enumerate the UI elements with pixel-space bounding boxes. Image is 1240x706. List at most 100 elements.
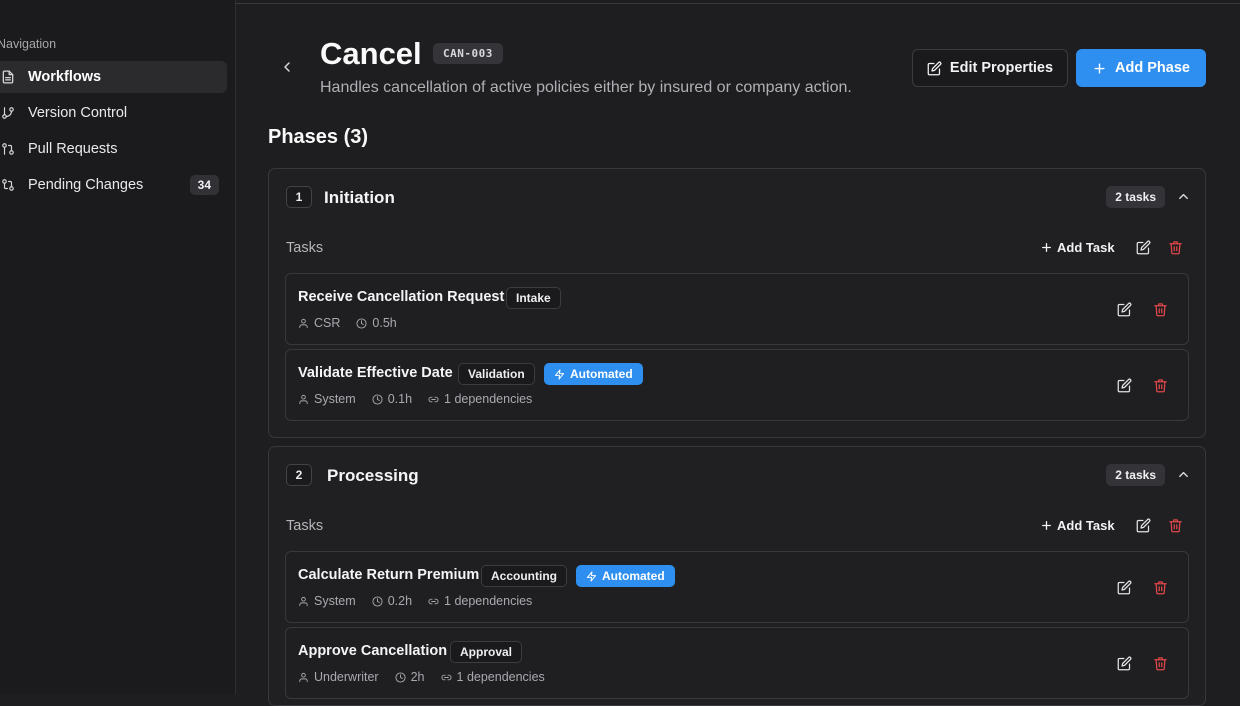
git-compare-icon: [0, 177, 16, 193]
task-category-tag: Approval: [450, 641, 523, 663]
task-duration: 0.1h: [387, 392, 413, 406]
link-icon: [428, 394, 439, 405]
delete-task-icon[interactable]: [1151, 654, 1169, 672]
edit-phase-icon[interactable]: [1134, 238, 1152, 256]
user-icon: [298, 394, 309, 405]
clock-icon: [356, 317, 367, 329]
task-category-tag: Validation: [458, 363, 535, 385]
top-divider: [236, 0, 1240, 4]
task-meta: System 0.1h 1 dependencies: [298, 392, 532, 406]
automated-label: Automated: [602, 569, 665, 583]
task-count-badge: 2 tasks: [1106, 464, 1165, 486]
sidebar-item-workflows[interactable]: Workflows: [0, 61, 227, 93]
chevron-left-icon: [284, 62, 290, 72]
plus-icon: [1092, 61, 1107, 76]
page-title: Cancel: [320, 36, 422, 71]
tasks-label: Tasks: [286, 518, 324, 534]
task-dependencies: 1 dependencies: [456, 670, 545, 684]
task-category-tag: Accounting: [481, 565, 567, 587]
task-duration: 0.5h: [372, 316, 397, 330]
task-dependencies: 1 dependencies: [444, 392, 533, 406]
nav-heading: Navigation: [0, 37, 57, 51]
sidebar: Navigation Workflows Version Control Pul…: [0, 0, 236, 694]
edit-properties-button[interactable]: Edit Properties: [912, 49, 1068, 87]
task-name: Validate Effective Date: [298, 365, 453, 381]
sidebar-item-pending-changes[interactable]: Pending Changes 34: [0, 169, 227, 201]
edit-phase-icon[interactable]: [1134, 516, 1152, 534]
phases-title: Phases (3): [268, 126, 369, 148]
task-role: CSR: [314, 316, 341, 330]
task-name: Calculate Return Premium: [298, 567, 480, 583]
page-description: Handles cancellation of active policies …: [320, 79, 852, 96]
automated-badge: Automated: [576, 565, 675, 587]
automated-label: Automated: [570, 367, 633, 381]
plus-icon: [1040, 241, 1053, 254]
phase-name: Processing: [327, 466, 419, 485]
clock-icon: [372, 595, 383, 607]
document-icon: [0, 69, 16, 85]
tasks-label: Tasks: [286, 240, 324, 256]
git-branch-icon: [0, 105, 16, 121]
sidebar-item-version-control[interactable]: Version Control: [0, 97, 227, 129]
add-task-button[interactable]: Add Task: [1040, 518, 1115, 533]
task-count-badge: 2 tasks: [1106, 186, 1165, 208]
delete-phase-icon[interactable]: [1166, 238, 1184, 256]
user-icon: [298, 318, 309, 329]
lightning-icon: [586, 570, 597, 582]
edit-task-icon[interactable]: [1115, 654, 1133, 672]
sidebar-item-pull-requests[interactable]: Pull Requests: [0, 133, 227, 165]
chevron-up-icon[interactable]: [1175, 466, 1191, 482]
phase-card: 1 Initiation 2 tasks Tasks Add Task Rece…: [268, 168, 1206, 438]
phase-number: 1: [286, 186, 312, 208]
task-duration: 0.2h: [387, 594, 413, 608]
sidebar-item-label: Pending Changes: [28, 177, 144, 193]
task-row[interactable]: Receive Cancellation Request Intake CSR …: [285, 273, 1189, 345]
pending-count-badge: 34: [189, 175, 219, 195]
edit-task-icon[interactable]: [1115, 376, 1133, 394]
task-row[interactable]: Approve Cancellation Approval Underwrite…: [285, 627, 1189, 699]
back-button[interactable]: [276, 56, 298, 78]
delete-task-icon[interactable]: [1151, 376, 1169, 394]
clock-icon: [372, 393, 383, 405]
task-duration: 2h: [410, 670, 425, 684]
automated-badge: Automated: [544, 363, 643, 385]
add-phase-button[interactable]: Add Phase: [1076, 49, 1206, 87]
user-icon: [298, 596, 309, 607]
sidebar-item-label: Pull Requests: [28, 141, 118, 157]
add-task-label: Add Task: [1057, 240, 1115, 255]
add-task-button[interactable]: Add Task: [1040, 240, 1115, 255]
sidebar-item-label: Workflows: [28, 69, 102, 85]
delete-task-icon[interactable]: [1151, 300, 1169, 318]
edit-icon: [927, 61, 942, 76]
task-name: Approve Cancellation: [298, 643, 448, 659]
link-icon: [440, 672, 452, 683]
chevron-up-icon[interactable]: [1175, 188, 1191, 204]
task-category-tag: Intake: [506, 287, 561, 309]
delete-phase-icon[interactable]: [1166, 516, 1184, 534]
edit-task-icon[interactable]: [1115, 300, 1133, 318]
task-meta: Underwriter 2h 1 dependencies: [298, 670, 545, 684]
clock-icon: [395, 671, 406, 683]
phase-number: 2: [286, 464, 312, 486]
sidebar-item-label: Version Control: [28, 105, 128, 121]
task-meta: CSR 0.5h: [298, 316, 397, 330]
task-meta: System 0.2h 1 dependencies: [298, 594, 532, 608]
task-role: Underwriter: [314, 670, 379, 684]
lightning-icon: [554, 368, 565, 380]
phase-name: Initiation: [324, 188, 395, 207]
task-name: Receive Cancellation Request: [298, 289, 505, 305]
task-role: System: [314, 594, 356, 608]
phase-card: 2 Processing 2 tasks Tasks Add Task Calc…: [268, 446, 1206, 706]
task-dependencies: 1 dependencies: [444, 594, 533, 608]
link-icon: [428, 596, 439, 607]
delete-task-icon[interactable]: [1151, 578, 1169, 596]
add-task-label: Add Task: [1057, 518, 1115, 533]
edit-properties-label: Edit Properties: [949, 60, 1054, 76]
git-pull-request-icon: [0, 141, 16, 157]
task-row[interactable]: Validate Effective Date Validation Autom…: [285, 349, 1189, 421]
task-role: System: [314, 392, 356, 406]
user-icon: [298, 672, 309, 683]
task-row[interactable]: Calculate Return Premium Accounting Auto…: [285, 551, 1189, 623]
edit-task-icon[interactable]: [1115, 578, 1133, 596]
plus-icon: [1040, 519, 1053, 532]
